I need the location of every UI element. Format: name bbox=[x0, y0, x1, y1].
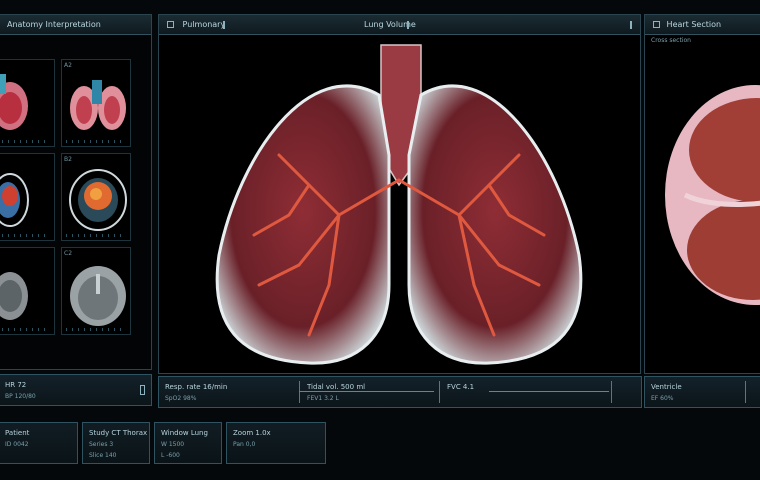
box-line: Zoom 1.0x bbox=[233, 429, 271, 437]
info-box-zoom[interactable]: Zoom 1.0x Pan 0,0 bbox=[226, 422, 326, 464]
strip-line: HR 72 bbox=[5, 381, 27, 389]
heart-cross-section-image[interactable] bbox=[645, 35, 760, 373]
measure-line bbox=[489, 391, 609, 392]
strip-line: Tidal vol. 500 ml bbox=[307, 383, 366, 391]
thumbnail-b2[interactable]: B2 bbox=[61, 153, 131, 241]
thumbnail-ruler bbox=[66, 328, 126, 331]
info-box-patient[interactable]: Patient ID 0042 bbox=[0, 422, 78, 464]
strip-line: FVC 4.1 bbox=[447, 383, 475, 391]
heart-section-titlebar: Heart Section bbox=[645, 15, 760, 35]
strip-divider bbox=[611, 381, 612, 403]
section-thumbnail-image bbox=[0, 173, 29, 227]
thumbnail-ruler bbox=[66, 234, 126, 237]
thumbnail-c1[interactable]: C1 bbox=[0, 247, 55, 335]
thumbnail-ruler bbox=[0, 328, 50, 331]
strip-subline: FEV1 3.2 L bbox=[307, 395, 339, 402]
box-line: Patient bbox=[5, 429, 30, 437]
measurements-strip: Resp. rate 16/min SpO2 98% Tidal vol. 50… bbox=[158, 376, 642, 408]
box-line: Study CT Thorax bbox=[89, 429, 148, 437]
thumbnail-ruler bbox=[0, 140, 50, 143]
brain-thumbnail-image bbox=[70, 266, 126, 326]
strip-subline: SpO2 98% bbox=[165, 395, 197, 402]
box-subline: W 1500 bbox=[161, 441, 185, 448]
box-subline: ID 0042 bbox=[5, 441, 29, 448]
brain-thumbnail-image bbox=[0, 272, 28, 320]
thumbnail-label: C2 bbox=[64, 250, 73, 257]
viewer-icon bbox=[167, 21, 174, 28]
thumbnail-c2[interactable]: C2 bbox=[61, 247, 131, 335]
strip-line: Ventricle bbox=[651, 383, 682, 391]
box-subline: Series 3 bbox=[89, 441, 114, 448]
thumbnail-label: A2 bbox=[64, 62, 72, 69]
panel-icon bbox=[653, 21, 660, 28]
strip-subline: BP 120/80 bbox=[5, 393, 36, 400]
heart-axial-thumbnail-image bbox=[69, 169, 127, 231]
ventricle-strip: Ventricle EF 60% bbox=[644, 376, 760, 408]
thumbnail-b1[interactable]: B1 bbox=[0, 153, 55, 241]
box-subline: Slice 140 bbox=[89, 452, 117, 459]
thumbnail-ruler bbox=[66, 140, 126, 143]
info-box-window[interactable]: Window Lung W 1500 L -600 bbox=[154, 422, 222, 464]
strip-line: Resp. rate 16/min bbox=[165, 383, 228, 391]
box-subline: Pan 0,0 bbox=[233, 441, 256, 448]
bar-icon[interactable] bbox=[140, 385, 145, 395]
thumbnail-a2[interactable]: A2 bbox=[61, 59, 131, 147]
vitals-strip-left: HR 72 BP 120/80 bbox=[0, 374, 152, 406]
split-icon[interactable] bbox=[407, 21, 413, 29]
main-viewer-panel: Pulmonary Lung Volume bbox=[158, 14, 641, 374]
window-control-icon[interactable] bbox=[630, 21, 636, 29]
lung-render-viewport[interactable] bbox=[159, 35, 640, 373]
thumbnail-ruler bbox=[0, 234, 50, 237]
pin-icon[interactable] bbox=[223, 21, 226, 29]
strip-divider bbox=[439, 381, 440, 403]
info-box-study[interactable]: Study CT Thorax Series 3 Slice 140 bbox=[82, 422, 150, 464]
thumbnail-a1[interactable]: A1 bbox=[0, 59, 55, 147]
box-subline: L -600 bbox=[161, 452, 180, 459]
main-viewer-titlebar: Pulmonary Lung Volume bbox=[159, 15, 640, 35]
strip-subline: EF 60% bbox=[651, 395, 674, 402]
heart-section-panel: Heart Section Cross section bbox=[644, 14, 760, 374]
thumbnail-panel-title: Anatomy Interpretation bbox=[0, 15, 151, 35]
main-viewer-title: Pulmonary bbox=[182, 20, 226, 29]
measure-line bbox=[299, 391, 434, 392]
box-line: Window Lung bbox=[161, 429, 208, 437]
heart-thumbnail-image bbox=[70, 80, 126, 130]
heart-section-title: Heart Section bbox=[666, 20, 722, 29]
strip-divider bbox=[745, 381, 746, 403]
thumbnail-panel: Anatomy Interpretation A1 A2 B1 bbox=[0, 14, 152, 370]
lung-thumbnail-image bbox=[0, 74, 28, 130]
strip-divider bbox=[299, 381, 300, 403]
thumbnail-label: B2 bbox=[64, 156, 72, 163]
